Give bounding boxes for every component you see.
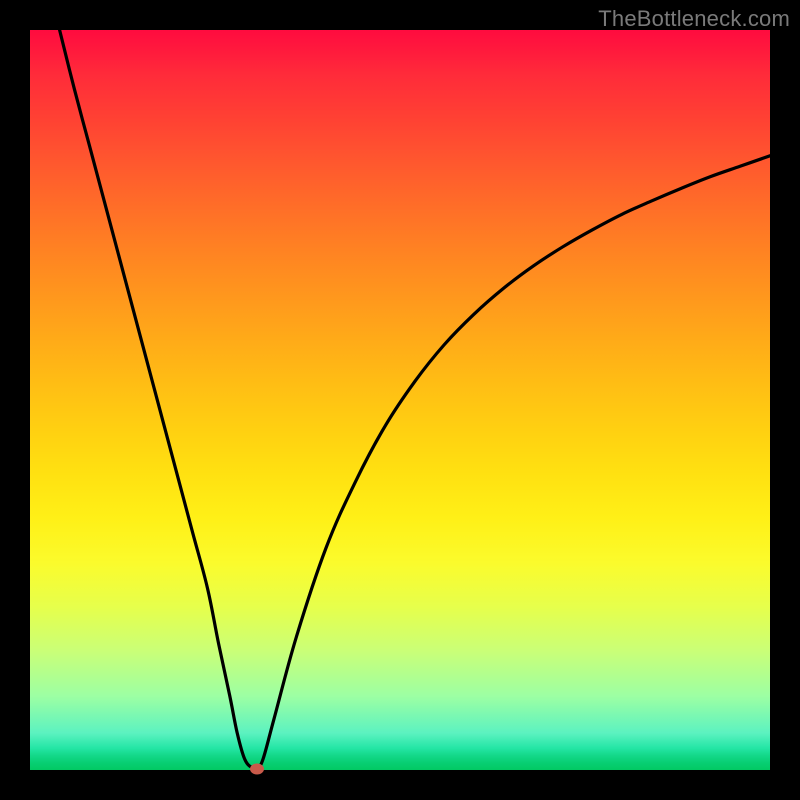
minimum-marker: [250, 763, 264, 774]
chart-frame: TheBottleneck.com: [0, 0, 800, 800]
watermark-text: TheBottleneck.com: [598, 6, 790, 32]
plot-area: [30, 30, 770, 770]
bottleneck-curve: [30, 30, 770, 770]
